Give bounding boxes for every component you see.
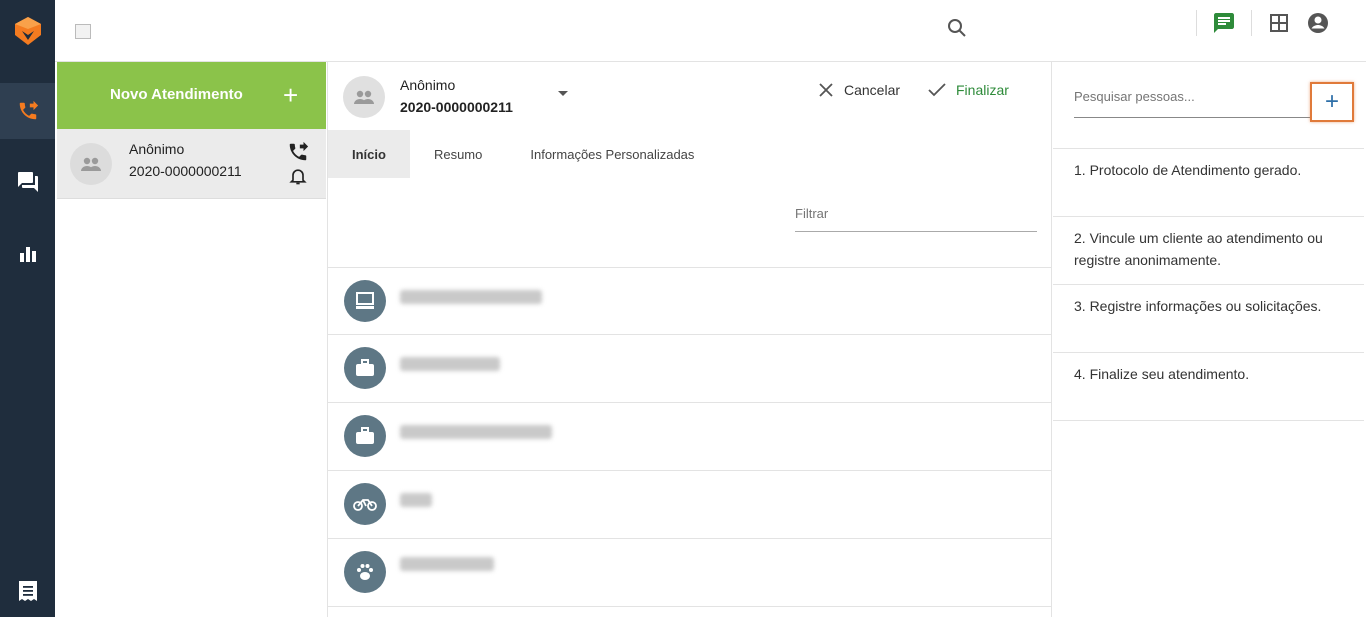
blurred-label bbox=[400, 493, 432, 507]
step-item: 2. Vincule um cliente ao atendimento ou … bbox=[1053, 217, 1364, 285]
tab-informacoes-personalizadas[interactable]: Informações Personalizadas bbox=[506, 130, 718, 178]
cancel-label: Cancelar bbox=[844, 82, 901, 98]
chat-icon bbox=[17, 172, 38, 192]
detail-name: Anônimo bbox=[400, 77, 456, 93]
sidebar-item-notas[interactable] bbox=[0, 565, 55, 617]
fox-logo-icon bbox=[14, 17, 41, 45]
grid-icon[interactable] bbox=[1267, 11, 1291, 35]
sidebar-item-mensagens[interactable] bbox=[0, 154, 55, 210]
list-item[interactable] bbox=[328, 267, 1052, 335]
receipt-icon bbox=[18, 581, 37, 601]
plus-icon: + bbox=[283, 80, 299, 110]
app-logo[interactable] bbox=[0, 0, 55, 62]
chevron-down-icon[interactable] bbox=[558, 91, 568, 96]
account-icon[interactable] bbox=[1306, 11, 1330, 35]
paw-icon bbox=[344, 551, 386, 593]
chat-icon[interactable] bbox=[1212, 11, 1236, 35]
step-item: 3. Registre informações ou solicitações. bbox=[1053, 285, 1364, 353]
tickets-panel: Novo Atendimento + Anônimo 2020-00000002… bbox=[55, 62, 328, 617]
phone-forward-icon bbox=[289, 141, 309, 161]
broken-image-icon bbox=[75, 24, 91, 39]
finish-label: Finalizar bbox=[956, 82, 1009, 98]
divider bbox=[1196, 10, 1197, 36]
blurred-label bbox=[400, 290, 542, 304]
briefcase-icon bbox=[344, 347, 386, 389]
group-icon bbox=[70, 143, 112, 185]
step-item: 1. Protocolo de Atendimento gerado. bbox=[1053, 149, 1364, 217]
steps-list: 1. Protocolo de Atendimento gerado. 2. V… bbox=[1053, 148, 1364, 421]
blurred-label bbox=[400, 425, 552, 439]
blurred-label bbox=[400, 357, 500, 371]
new-ticket-button[interactable]: Novo Atendimento + bbox=[57, 62, 326, 129]
finish-button[interactable]: Finalizar bbox=[928, 82, 1009, 98]
step-item: 4. Finalize seu atendimento. bbox=[1053, 353, 1364, 421]
ticket-protocol: 2020-0000000211 bbox=[129, 163, 242, 179]
cancel-button[interactable]: Cancelar bbox=[818, 82, 900, 98]
people-panel: + 1. Protocolo de Atendimento gerado. 2.… bbox=[1053, 62, 1366, 617]
tab-resumo[interactable]: Resumo bbox=[410, 130, 506, 178]
check-icon bbox=[928, 83, 946, 97]
tab-inicio[interactable]: Início bbox=[328, 130, 410, 178]
bar-chart-icon bbox=[19, 247, 36, 262]
search-people-input[interactable] bbox=[1074, 76, 1318, 118]
ticket-list-item[interactable]: Anônimo 2020-0000000211 bbox=[57, 129, 326, 199]
ticket-name: Anônimo bbox=[129, 141, 185, 157]
blurred-label bbox=[400, 557, 494, 571]
ticket-detail-panel: Anônimo 2020-0000000211 Cancelar Finaliz… bbox=[328, 62, 1052, 617]
top-bar bbox=[55, 0, 1366, 62]
computer-icon bbox=[344, 280, 386, 322]
new-ticket-label: Novo Atendimento bbox=[110, 86, 243, 103]
detail-protocol: 2020-0000000211 bbox=[400, 99, 513, 115]
sidebar-item-relatorios[interactable] bbox=[0, 226, 55, 282]
phone-forward-icon bbox=[19, 100, 38, 120]
list-item[interactable] bbox=[328, 539, 1052, 607]
filter-input[interactable] bbox=[795, 196, 1037, 232]
briefcase-icon bbox=[344, 415, 386, 457]
list-item[interactable] bbox=[328, 471, 1052, 539]
bicycle-icon bbox=[344, 483, 386, 525]
bell-icon[interactable] bbox=[288, 166, 308, 186]
search-icon[interactable] bbox=[945, 16, 969, 40]
sidebar-rail bbox=[0, 0, 55, 617]
add-person-button[interactable]: + bbox=[1310, 82, 1354, 122]
group-icon bbox=[343, 76, 385, 118]
sidebar-item-atendimentos[interactable] bbox=[0, 83, 55, 139]
service-list bbox=[328, 267, 1052, 607]
close-icon bbox=[819, 83, 833, 97]
divider bbox=[1251, 10, 1252, 36]
detail-tabs: Início Resumo Informações Personalizadas bbox=[328, 130, 718, 178]
list-item[interactable] bbox=[328, 403, 1052, 471]
list-item[interactable] bbox=[328, 335, 1052, 403]
